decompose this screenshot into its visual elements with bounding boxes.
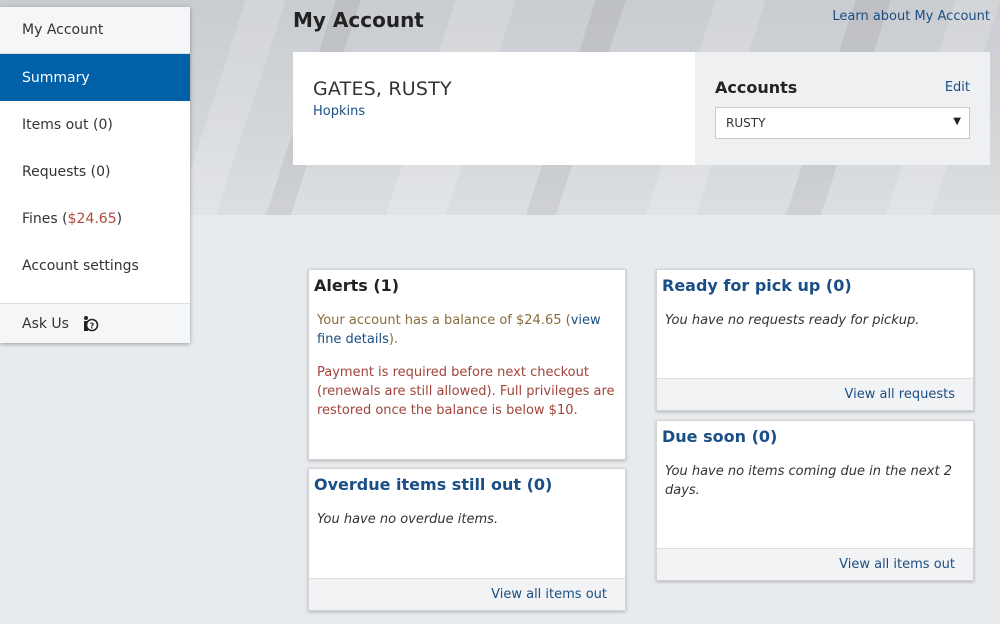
caret-down-icon: ▼ (953, 116, 961, 127)
svg-text:?: ? (90, 321, 95, 330)
accounts-label: Accounts (715, 78, 798, 97)
sidebar: My Account Summary Items out (0) Request… (0, 7, 190, 343)
view-all-requests-link[interactable]: View all requests (845, 387, 956, 402)
ask-us-button[interactable]: Ask Us ? (0, 303, 190, 343)
sidebar-item-label: Items out (0) (22, 116, 113, 133)
sidebar-item-label: Account settings (22, 257, 139, 274)
sidebar-item-account-settings[interactable]: Account settings (0, 242, 190, 289)
sidebar-item-label: Summary (22, 69, 90, 86)
pickup-empty-message: You have no requests ready for pickup. (665, 313, 920, 328)
ask-us-label: Ask Us (22, 315, 69, 332)
sidebar-heading[interactable]: My Account (0, 7, 190, 54)
due-soon-title: Due soon (0) (662, 427, 778, 446)
sidebar-item-summary[interactable]: Summary (0, 54, 190, 101)
balance-message: Your account has a balance of $24.65 (vi… (317, 311, 617, 349)
overdue-panel: Overdue items still out (0) You have no … (308, 468, 626, 611)
pickup-title: Ready for pick up (0) (662, 276, 852, 295)
sidebar-heading-label: My Account (22, 22, 104, 38)
fines-suffix: ) (116, 210, 123, 227)
due-soon-footer: View all items out (657, 548, 973, 580)
pickup-panel: Ready for pick up (0) You have no reques… (656, 269, 974, 411)
overdue-title: Overdue items still out (0) (314, 475, 553, 494)
sidebar-item-label: Requests (0) (22, 163, 111, 180)
overdue-empty-message: You have no overdue items. (317, 512, 499, 527)
accounts-select-value: RUSTY (726, 116, 766, 130)
accounts-select[interactable]: RUSTY ▼ (715, 107, 970, 139)
view-all-items-out-link-2[interactable]: View all items out (839, 557, 955, 572)
alerts-title: Alerts (1) (314, 276, 400, 295)
accounts-panel: Accounts Edit RUSTY ▼ (695, 52, 990, 165)
fines-prefix: Fines ( (22, 210, 68, 227)
payment-required-message: Payment is required before next checkout… (317, 365, 615, 418)
help-person-icon: ? (81, 315, 99, 333)
fines-amount: $24.65 (67, 210, 117, 227)
user-info: GATES, RUSTY Hopkins (293, 52, 695, 165)
sidebar-item-label: Fines ($24.65) (22, 211, 122, 227)
alerts-panel: Alerts (1) Your account has a balance of… (308, 269, 626, 460)
pickup-footer: View all requests (657, 378, 973, 410)
balance-end: ). (388, 332, 399, 347)
edit-accounts-link[interactable]: Edit (945, 80, 970, 95)
user-location-link[interactable]: Hopkins (313, 104, 365, 119)
balance-text: Your account has a balance of $24.65 ( (317, 313, 571, 328)
sidebar-item-fines[interactable]: Fines ($24.65) (0, 195, 190, 242)
sidebar-item-requests[interactable]: Requests (0) (0, 148, 190, 195)
user-name: GATES, RUSTY (313, 78, 452, 100)
view-all-items-out-link[interactable]: View all items out (491, 587, 607, 602)
due-soon-empty-message: You have no items coming due in the next… (665, 464, 952, 498)
learn-about-link[interactable]: Learn about My Account (832, 9, 990, 24)
due-soon-panel: Due soon (0) You have no items coming du… (656, 420, 974, 581)
page-title: My Account (293, 8, 424, 32)
sidebar-item-items-out[interactable]: Items out (0) (0, 101, 190, 148)
user-card: GATES, RUSTY Hopkins Accounts Edit RUSTY… (293, 52, 990, 165)
overdue-footer: View all items out (309, 578, 625, 610)
